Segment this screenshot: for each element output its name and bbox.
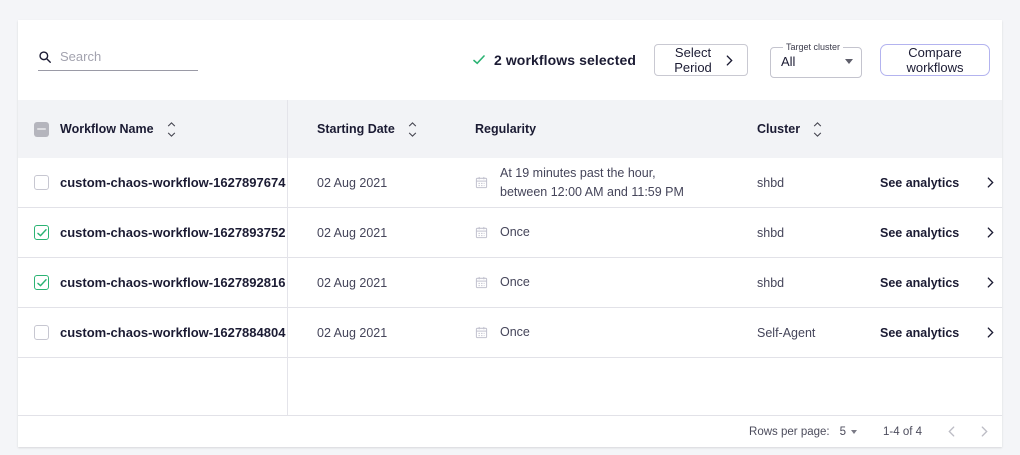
chevron-right-icon xyxy=(726,55,733,66)
regularity-text: Once xyxy=(500,273,530,291)
column-header-regularity: Regularity xyxy=(475,122,536,136)
regularity-text: Once xyxy=(500,223,530,241)
toolbar: 2 workflows selected Select Period Targe… xyxy=(18,20,1002,100)
sort-asc-icon xyxy=(408,122,417,127)
pagination-range: 1-4 of 4 xyxy=(883,426,922,438)
calendar-icon xyxy=(475,226,488,239)
row-checkbox[interactable] xyxy=(34,175,49,190)
sort-desc-icon xyxy=(408,132,417,137)
starting-date: 02 Aug 2021 xyxy=(287,276,455,290)
rows-per-page-label: Rows per page: xyxy=(749,426,830,438)
table-empty-area xyxy=(18,358,1002,415)
cluster-name: shbd xyxy=(737,276,862,290)
workflow-name: custom-chaos-workflow-1627892816 xyxy=(60,275,287,290)
next-page-button[interactable] xyxy=(981,426,988,437)
see-analytics-label: See analytics xyxy=(880,226,959,240)
table-row: custom-chaos-workflow-1627884804 02 Aug … xyxy=(18,308,1002,358)
workflow-comparison-card: 2 workflows selected Select Period Targe… xyxy=(18,20,1002,447)
see-analytics-label: See analytics xyxy=(880,276,959,290)
cluster-name: shbd xyxy=(737,226,862,240)
see-analytics-link[interactable]: See analytics xyxy=(880,326,994,340)
search-field[interactable] xyxy=(38,49,198,71)
starting-date: 02 Aug 2021 xyxy=(287,176,455,190)
sort-desc-icon xyxy=(813,132,822,137)
chevron-right-icon xyxy=(987,177,994,188)
row-checkbox[interactable] xyxy=(34,275,49,290)
target-cluster-value: All xyxy=(781,54,795,69)
column-header-cluster: Cluster xyxy=(757,122,800,136)
compare-workflows-label: Compare workflows xyxy=(895,45,975,75)
table-row: custom-chaos-workflow-1627897674 02 Aug … xyxy=(18,158,1002,208)
chevron-right-icon xyxy=(987,277,994,288)
chevron-right-icon xyxy=(987,327,994,338)
workflow-name: custom-chaos-workflow-1627884804 xyxy=(60,325,287,340)
regularity-text: Once xyxy=(500,323,530,341)
cluster-name: Self-Agent xyxy=(737,326,862,340)
see-analytics-link[interactable]: See analytics xyxy=(880,226,994,240)
calendar-icon xyxy=(475,276,488,289)
column-header-starting-date: Starting Date xyxy=(317,122,395,136)
row-checkbox[interactable] xyxy=(34,225,49,240)
row-checkbox[interactable] xyxy=(34,325,49,340)
cluster-name: shbd xyxy=(737,176,862,190)
starting-date: 02 Aug 2021 xyxy=(287,226,455,240)
sort-cluster[interactable] xyxy=(813,122,822,137)
pagination-footer: Rows per page: 5 1-4 of 4 xyxy=(18,415,1002,447)
sort-asc-icon xyxy=(813,122,822,127)
see-analytics-link[interactable]: See analytics xyxy=(880,176,994,190)
search-icon xyxy=(38,50,52,64)
chevron-right-icon xyxy=(981,426,988,437)
table-header: Workflow Name Starting Date Regularity C xyxy=(18,100,1002,158)
sort-workflow-name[interactable] xyxy=(167,122,176,137)
see-analytics-label: See analytics xyxy=(880,176,959,190)
rows-per-page-value: 5 xyxy=(840,426,846,438)
selection-status: 2 workflows selected xyxy=(473,52,636,68)
see-analytics-link[interactable]: See analytics xyxy=(880,276,994,290)
previous-page-button[interactable] xyxy=(948,426,955,437)
chevron-left-icon xyxy=(948,426,955,437)
workflow-table-body: custom-chaos-workflow-1627897674 02 Aug … xyxy=(18,158,1002,358)
chevron-right-icon xyxy=(987,227,994,238)
target-cluster-select[interactable]: Target cluster All xyxy=(770,42,862,78)
sort-asc-icon xyxy=(167,122,176,127)
search-input[interactable] xyxy=(60,49,198,64)
table-row: custom-chaos-workflow-1627892816 02 Aug … xyxy=(18,258,1002,308)
chevron-down-icon xyxy=(845,59,853,64)
check-icon xyxy=(473,55,485,65)
calendar-icon xyxy=(475,176,488,189)
see-analytics-label: See analytics xyxy=(880,326,959,340)
select-period-button[interactable]: Select Period xyxy=(654,44,748,76)
compare-workflows-button[interactable]: Compare workflows xyxy=(880,44,990,76)
sort-desc-icon xyxy=(167,132,176,137)
calendar-icon xyxy=(475,326,488,339)
sort-starting-date[interactable] xyxy=(408,122,417,137)
rows-per-page-select[interactable]: 5 xyxy=(840,426,857,438)
selection-status-text: 2 workflows selected xyxy=(494,52,636,68)
select-all-checkbox[interactable] xyxy=(34,122,49,137)
table-row: custom-chaos-workflow-1627893752 02 Aug … xyxy=(18,208,1002,258)
target-cluster-label: Target cluster xyxy=(783,42,843,52)
column-header-workflow-name: Workflow Name xyxy=(60,122,154,136)
workflow-name: custom-chaos-workflow-1627897674 xyxy=(60,175,287,190)
chevron-down-icon xyxy=(851,430,857,434)
select-period-label: Select Period xyxy=(669,45,717,75)
starting-date: 02 Aug 2021 xyxy=(287,326,455,340)
workflow-name: custom-chaos-workflow-1627893752 xyxy=(60,225,287,240)
column-divider xyxy=(287,100,288,415)
regularity-text: At 19 minutes past the hour, between 12:… xyxy=(500,164,684,200)
